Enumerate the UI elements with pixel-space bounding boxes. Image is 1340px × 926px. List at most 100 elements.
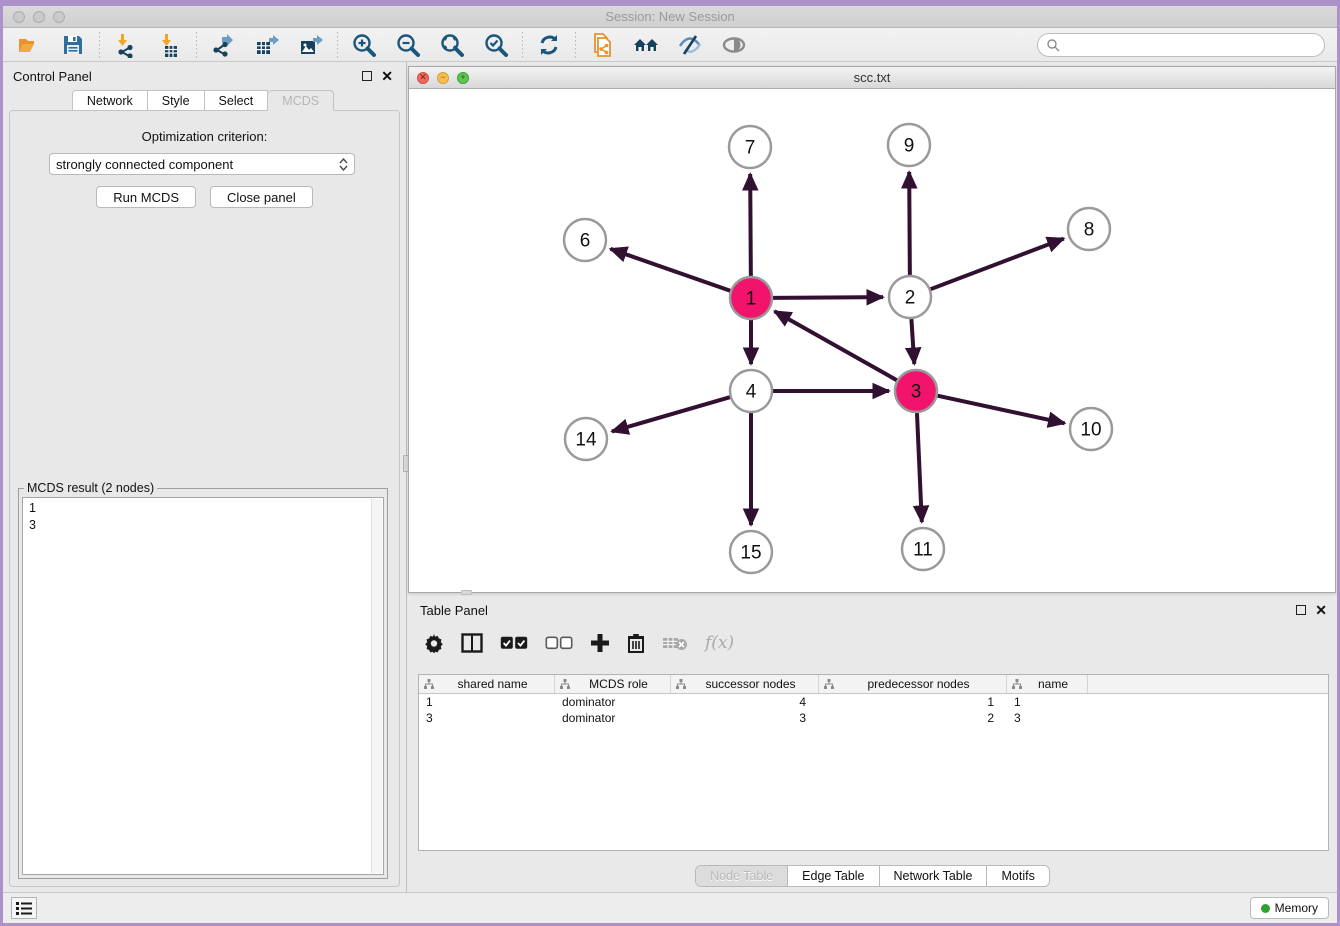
search-input[interactable] — [1060, 38, 1316, 52]
float-panel-icon[interactable] — [362, 71, 372, 81]
open-session-icon[interactable] — [15, 31, 43, 59]
node-label-14: 14 — [575, 430, 597, 451]
settings-gear-icon[interactable] — [424, 633, 444, 653]
import-table-icon[interactable] — [156, 31, 184, 59]
hide-selected-icon[interactable] — [676, 31, 704, 59]
node-label-4: 4 — [746, 382, 757, 403]
edge-1-2[interactable] — [773, 297, 883, 298]
duplicate-network-icon[interactable] — [588, 31, 616, 59]
first-neighbors-icon[interactable] — [632, 31, 660, 59]
status-bar: Memory — [3, 892, 1337, 923]
edge-2-8[interactable] — [931, 239, 1064, 290]
tab-network[interactable]: Network — [72, 90, 148, 111]
node-label-6: 6 — [580, 231, 591, 252]
edge-2-9[interactable] — [909, 172, 910, 275]
optimization-criterion-select[interactable]: strongly connected component — [49, 153, 355, 175]
mcds-result-group: MCDS result (2 nodes) 1 3 — [18, 488, 388, 879]
table-panel-title: Table Panel — [420, 603, 488, 618]
delete-table-icon[interactable] — [662, 635, 688, 651]
column-type-icon — [423, 678, 435, 690]
tab-motifs[interactable]: Motifs — [987, 866, 1048, 886]
mcds-result-textarea[interactable]: 1 3 — [22, 497, 384, 875]
search-icon — [1046, 38, 1060, 52]
dropdown-value: strongly connected component — [56, 157, 233, 172]
zoom-out-icon[interactable] — [394, 31, 422, 59]
network-window: ✕ − + scc.txt 7968124314101511 — [408, 66, 1336, 593]
list-icon — [15, 900, 33, 916]
save-session-icon[interactable] — [59, 31, 87, 59]
network-canvas[interactable]: 7968124314101511 — [409, 89, 1335, 592]
zoom-fit-icon[interactable] — [438, 31, 466, 59]
node-label-15: 15 — [740, 543, 761, 564]
node-label-11: 11 — [913, 540, 933, 561]
add-column-icon[interactable] — [590, 633, 610, 653]
select-all-icon[interactable] — [500, 636, 528, 650]
export-network-icon[interactable] — [209, 31, 237, 59]
task-history-button[interactable] — [11, 897, 37, 919]
column-type-icon — [559, 678, 571, 690]
mcds-result-title: MCDS result (2 nodes) — [24, 481, 157, 495]
run-mcds-button[interactable]: Run MCDS — [96, 186, 196, 208]
edge-3-11[interactable] — [917, 413, 922, 522]
table-toolbar: f(x) — [408, 624, 1337, 662]
edge-1-6[interactable] — [610, 249, 730, 291]
control-panel: Control Panel ✕ Network Style Select MCD… — [3, 62, 403, 892]
close-table-panel-icon[interactable]: ✕ — [1315, 605, 1327, 615]
show-hidden-icon[interactable] — [720, 31, 748, 59]
table-tabs: Node Table Edge Table Network Table Moti… — [695, 865, 1050, 887]
mcds-result-text: 1 3 — [23, 498, 383, 536]
toggle-panes-icon[interactable] — [461, 633, 483, 653]
float-table-panel-icon[interactable] — [1296, 605, 1306, 615]
column-type-icon — [1011, 678, 1023, 690]
tab-style[interactable]: Style — [148, 90, 205, 111]
edge-3-10[interactable] — [937, 396, 1064, 424]
tab-network-table[interactable]: Network Table — [880, 866, 988, 886]
column-header[interactable]: name — [1007, 675, 1088, 693]
node-label-10: 10 — [1080, 420, 1101, 441]
export-table-icon[interactable] — [253, 31, 281, 59]
node-label-3: 3 — [911, 382, 922, 403]
memory-status-icon — [1261, 904, 1270, 913]
import-network-icon[interactable] — [112, 31, 140, 59]
window-title: Session: New Session — [3, 9, 1337, 24]
node-label-7: 7 — [745, 138, 756, 159]
horizontal-splitter-handle[interactable] — [461, 590, 472, 595]
function-builder-icon: f(x) — [705, 633, 734, 653]
memory-button[interactable]: Memory — [1250, 897, 1329, 919]
table-row[interactable]: 1dominator411 — [419, 694, 1328, 710]
node-table[interactable]: shared nameMCDS rolesuccessor nodesprede… — [418, 674, 1329, 851]
search-box[interactable] — [1037, 33, 1325, 57]
deselect-all-icon[interactable] — [545, 636, 573, 650]
table-panel: Table Panel ✕ — [408, 596, 1337, 890]
network-title: scc.txt — [409, 70, 1335, 85]
result-scrollbar[interactable] — [371, 499, 382, 873]
edge-1-7[interactable] — [750, 174, 751, 276]
column-header[interactable]: MCDS role — [555, 675, 671, 693]
network-window-titlebar[interactable]: ✕ − + scc.txt — [409, 67, 1335, 89]
zoom-selected-icon[interactable] — [482, 31, 510, 59]
column-header[interactable]: predecessor nodes — [819, 675, 1007, 693]
close-panel-button[interactable]: Close panel — [210, 186, 313, 208]
column-header[interactable]: shared name — [419, 675, 555, 693]
refresh-view-icon[interactable] — [535, 31, 563, 59]
titlebar: Session: New Session — [3, 6, 1337, 28]
graph[interactable]: 7968124314101511 — [409, 89, 1335, 592]
tab-edge-table[interactable]: Edge Table — [788, 866, 879, 886]
column-type-icon — [675, 678, 687, 690]
node-label-2: 2 — [905, 288, 916, 309]
edge-4-14[interactable] — [612, 397, 730, 431]
export-image-icon[interactable] — [297, 31, 325, 59]
node-label-9: 9 — [904, 136, 915, 157]
table-row[interactable]: 3dominator323 — [419, 710, 1328, 726]
tab-mcds[interactable]: MCDS — [268, 90, 334, 111]
close-panel-icon[interactable]: ✕ — [381, 71, 393, 81]
main-toolbar — [3, 28, 1337, 62]
column-header[interactable]: successor nodes — [671, 675, 819, 693]
delete-column-icon[interactable] — [627, 633, 645, 653]
zoom-in-icon[interactable] — [350, 31, 378, 59]
control-panel-title: Control Panel — [13, 69, 92, 84]
edge-3-1[interactable] — [775, 311, 897, 380]
tab-select[interactable]: Select — [205, 90, 269, 111]
edge-2-3[interactable] — [911, 319, 914, 364]
tab-node-table[interactable]: Node Table — [696, 866, 788, 886]
